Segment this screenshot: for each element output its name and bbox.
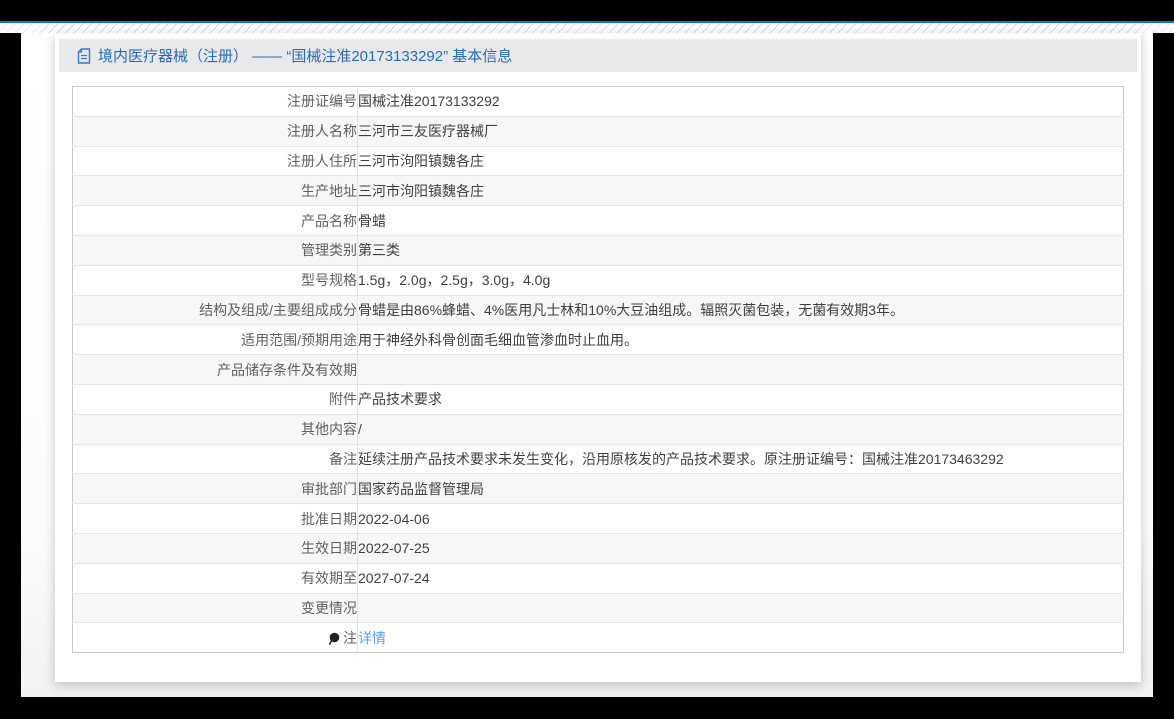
row-label: 注册人名称 <box>72 115 358 147</box>
row-label: 备注 <box>72 443 358 474</box>
row-label-text: 型号规格 <box>301 272 357 289</box>
row-value <box>357 592 1124 623</box>
row-label: 批准日期 <box>72 503 358 534</box>
row-label: 结构及组成/主要组成成分 <box>72 294 358 325</box>
info-table-body: 注册证编号 国械注准20173133292 注册人名称 三河市三友医疗器械厂 注册人住所… <box>72 86 1124 653</box>
table-row: 注详情 <box>72 622 1124 653</box>
table-row: 生产地址 三河市泃阳镇魏各庄 <box>72 175 1124 206</box>
note-icon <box>329 632 340 645</box>
row-label: 型号规格 <box>72 264 358 296</box>
row-value: 三河市三友医疗器械厂 <box>357 115 1124 147</box>
page-background: 境内医疗器械（注册） —— “国械注准20173133292” 基本信息 注册证… <box>21 33 1153 697</box>
row-label-text: 附件 <box>329 391 357 408</box>
table-row: 其他内容 / <box>72 413 1124 445</box>
row-label-text: 变更情况 <box>301 599 357 616</box>
page-title-bar: 境内医疗器械（注册） —— “国械注准20173133292” 基本信息 <box>59 39 1137 72</box>
row-value: 国械注准20173133292 <box>358 93 500 110</box>
row-label-text: 生效日期 <box>301 540 357 557</box>
table-row: 注册人名称 三河市三友医疗器械厂 <box>72 115 1124 147</box>
table-row: 产品储存条件及有效期 <box>72 354 1124 385</box>
row-label-text: 注册人名称 <box>287 123 357 140</box>
row-label-text: 管理类别 <box>301 242 357 259</box>
row-label-text: 有效期至 <box>301 570 357 587</box>
row-value: 骨蜡 <box>357 205 1124 236</box>
table-row: 批准日期 2022-04-06 <box>72 503 1124 534</box>
row-label: 生产地址 <box>72 175 358 206</box>
row-value: 2027-07-24 <box>357 562 1124 594</box>
row-label-text: 备注 <box>329 450 357 467</box>
table-row: 型号规格 1.5g，2.0g，2.5g，3.0g，4.0g <box>72 264 1124 296</box>
row-label: 附件 <box>72 383 358 415</box>
detail-link[interactable]: 详情 <box>358 630 386 646</box>
page-title: 境内医疗器械（注册） —— “国械注准20173133292” 基本信息 <box>98 48 513 65</box>
info-table: 注册证编号 国械注准20173133292 注册人名称 三河市三友医疗器械厂 注册人住所… <box>72 86 1124 654</box>
row-value: 1.5g，2.0g，2.5g，3.0g，4.0g <box>357 264 1124 296</box>
table-row: 附件 产品技术要求 <box>72 383 1124 415</box>
table-row: 生效日期 2022-07-25 <box>72 532 1124 564</box>
row-label: 注册证编号 <box>72 86 358 117</box>
striped-banner <box>0 23 1174 33</box>
info-card: 境内医疗器械（注册） —— “国械注准20173133292” 基本信息 注册证… <box>55 33 1141 682</box>
row-label-text: 结构及组成/主要组成成分 <box>199 301 357 318</box>
row-label: 适用范围/预期用途 <box>72 324 358 355</box>
row-label-text: 产品储存条件及有效期 <box>217 361 357 378</box>
row-label: 产品储存条件及有效期 <box>72 354 358 385</box>
table-row: 注册证编号 国械注准20173133292 <box>72 86 1124 117</box>
row-value: 三河市泃阳镇魏各庄 <box>357 145 1124 176</box>
row-value: 产品技术要求 <box>357 383 1124 415</box>
row-value: 第三类 <box>357 234 1124 266</box>
table-row: 审批部门 国家药品监督管理局 <box>72 473 1124 504</box>
row-value: / <box>357 413 1124 445</box>
row-value: 骨蜡是由86%蜂蜡、4%医用凡士林和10%大豆油组成。辐照灭菌包装，无菌有效期3… <box>357 294 1124 325</box>
row-value <box>357 354 1124 385</box>
row-value: 延续注册产品技术要求未发生变化，沿用原核发的产品技术要求。原注册证编号：国械注准… <box>357 443 1124 474</box>
table-row: 备注 延续注册产品技术要求未发生变化，沿用原核发的产品技术要求。原注册证编号：国械… <box>72 443 1124 474</box>
row-label: 注册人住所 <box>72 145 358 176</box>
table-row: 产品名称 骨蜡 <box>72 205 1124 236</box>
row-label: 管理类别 <box>72 234 358 266</box>
row-value: 用于神经外科骨创面毛细血管渗血时止血用。 <box>357 324 1124 355</box>
row-label-text: 注册人住所 <box>287 152 357 169</box>
row-value: 三河市泃阳镇魏各庄 <box>357 175 1124 206</box>
row-label: 产品名称 <box>72 205 358 236</box>
row-label-text: 适用范围/预期用途 <box>241 331 357 348</box>
row-label-text: 生产地址 <box>301 182 357 199</box>
document-icon <box>77 47 91 64</box>
table-row: 变更情况 <box>72 592 1124 623</box>
table-row: 适用范围/预期用途 用于神经外科骨创面毛细血管渗血时止血用。 <box>72 324 1124 355</box>
row-label-text: 产品名称 <box>301 212 357 229</box>
row-value: 详情 <box>357 622 1124 653</box>
row-label: 注 <box>72 622 358 653</box>
row-value: 2022-07-25 <box>357 532 1124 564</box>
screen: 境内医疗器械（注册） —— “国械注准20173133292” 基本信息 注册证… <box>0 0 1174 719</box>
row-label: 变更情况 <box>72 592 358 623</box>
table-row: 注册人住所 三河市泃阳镇魏各庄 <box>72 145 1124 176</box>
row-label: 有效期至 <box>72 562 358 594</box>
row-label: 生效日期 <box>72 532 358 564</box>
row-label-text: 审批部门 <box>301 480 357 497</box>
row-value: 国家药品监督管理局 <box>357 473 1124 504</box>
table-row: 结构及组成/主要组成成分 骨蜡是由86%蜂蜡、4%医用凡士林和10%大豆油组成。辐… <box>72 294 1124 325</box>
row-label-text: 其他内容 <box>301 421 357 438</box>
table-row: 有效期至 2027-07-24 <box>72 562 1124 594</box>
row-label: 其他内容 <box>72 413 358 445</box>
table-row: 管理类别 第三类 <box>72 234 1124 266</box>
row-label: 审批部门 <box>72 473 358 504</box>
row-label-text: 批准日期 <box>301 510 357 527</box>
row-label-text: 注册证编号 <box>287 93 357 110</box>
row-value: 2022-04-06 <box>357 503 1124 534</box>
row-label-text: 注 <box>343 629 357 646</box>
